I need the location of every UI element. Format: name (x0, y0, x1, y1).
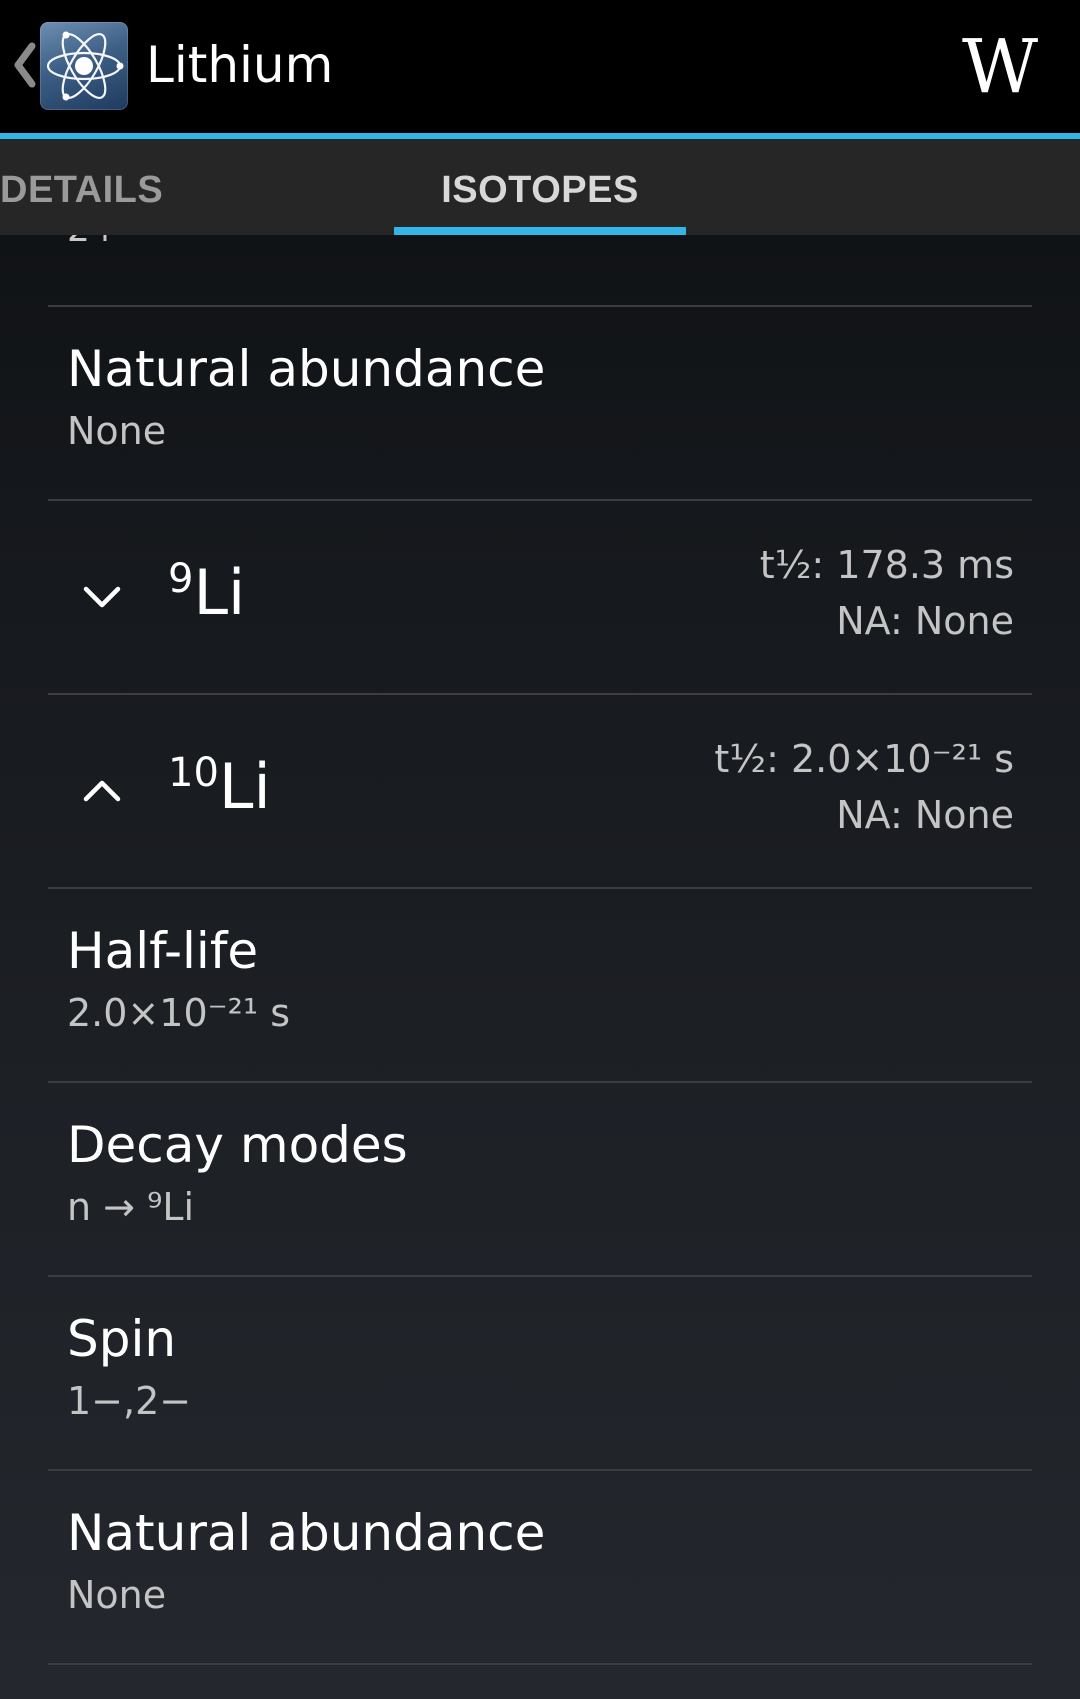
property-natural-abundance: Natural abundance None (48, 307, 1032, 499)
isotope-row-li9[interactable]: 9Li t½: 178.3 ms NA: None (48, 501, 1032, 693)
isotope-mass-number: 10 (168, 750, 219, 796)
tab-isotopes[interactable]: ISOTOPES (394, 139, 686, 235)
isotope-row-li10[interactable]: 10Li t½: 2.0×10⁻²¹ s NA: None (48, 695, 1032, 887)
back-caret-icon[interactable] (10, 40, 40, 90)
isotope-symbol: 10Li (168, 747, 271, 827)
isotope-symbol: 9Li (168, 553, 245, 633)
isotope-summary: t½: 2.0×10⁻²¹ s NA: None (714, 731, 1014, 843)
isotope-half-life: t½: 178.3 ms (759, 543, 1014, 587)
property-spin: Spin 1−,2− (48, 1277, 1032, 1469)
isotope-natural-abundance: NA: None (836, 599, 1014, 643)
list-divider (48, 1663, 1032, 1665)
property-title: Half-life (67, 922, 259, 980)
isotope-element-symbol: Li (193, 556, 246, 629)
property-title: Natural abundance (67, 1504, 546, 1562)
atom-icon[interactable] (40, 22, 128, 110)
isotope-element-symbol: Li (218, 750, 271, 823)
property-title: Decay modes (67, 1116, 408, 1174)
isotopes-list[interactable]: 2+ Natural abundance None 9Li t½: 178.3 … (0, 235, 1080, 1699)
page-title: Lithium (146, 36, 334, 94)
isotope-mass-number: 9 (168, 556, 194, 602)
action-bar: Lithium W (0, 0, 1080, 133)
property-title: Spin (67, 1310, 177, 1368)
tab-details[interactable]: DETAILS (0, 139, 163, 235)
property-natural-abundance: Natural abundance None (48, 1471, 1032, 1663)
property-value: n → ⁹Li (67, 1185, 195, 1229)
property-value: None (67, 409, 167, 453)
wikipedia-button[interactable]: W (950, 22, 1050, 112)
property-value: None (67, 1573, 167, 1617)
isotope-half-life: t½: 2.0×10⁻²¹ s (714, 737, 1014, 781)
property-title: Natural abundance (67, 340, 546, 398)
tab-bar: DETAILS ISOTOPES (0, 139, 1080, 235)
isotope-natural-abundance: NA: None (836, 793, 1014, 837)
tab-selected-indicator (394, 227, 686, 235)
chevron-up-icon[interactable] (78, 767, 126, 815)
property-half-life: Half-life 2.0×10⁻²¹ s (48, 889, 1032, 1081)
property-value: 2.0×10⁻²¹ s (67, 991, 291, 1035)
clipped-property-value: 2+ (67, 235, 120, 255)
chevron-down-icon[interactable] (78, 573, 126, 621)
isotope-summary: t½: 178.3 ms NA: None (760, 537, 1014, 649)
property-value: 1−,2− (67, 1379, 192, 1423)
property-decay-modes: Decay modes n → ⁹Li (48, 1083, 1032, 1275)
